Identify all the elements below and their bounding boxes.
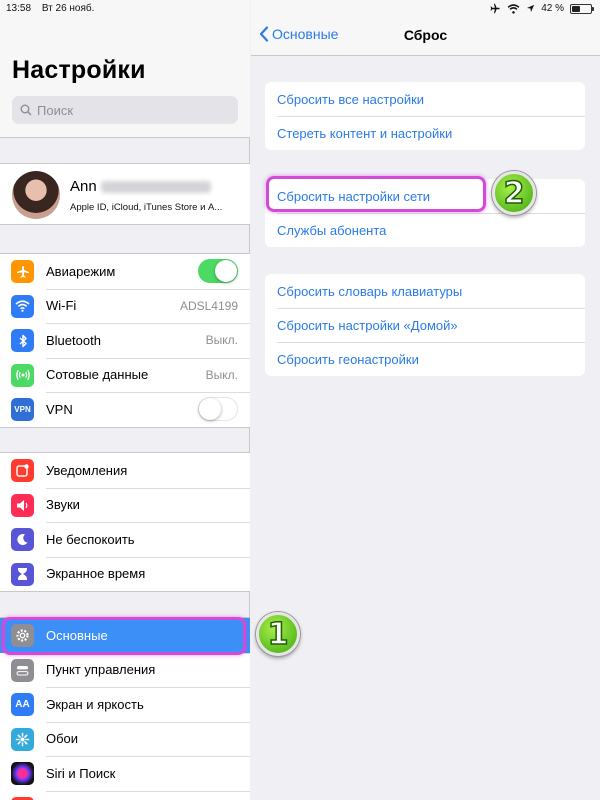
airplane-mode-icon	[490, 3, 500, 14]
sidebar-item-label: Уведомления	[46, 462, 128, 478]
wifi-status-icon	[507, 3, 520, 14]
battery-icon	[570, 3, 594, 14]
sidebar-item-label: Экранное время	[46, 566, 146, 582]
sidebar-item-sounds[interactable]: Звуки	[0, 487, 250, 523]
sidebar-item-label: Siri и Поиск	[46, 765, 116, 781]
status-bar: 13:58 Вт 26 нояб. 42 %	[0, 0, 600, 18]
avatar	[12, 171, 60, 219]
sidebar-item-label: Не беспокоить	[46, 531, 135, 547]
sidebar-item-notifications[interactable]: Уведомления	[0, 453, 250, 488]
sidebar-item-airplane[interactable]: Авиарежим	[0, 254, 250, 289]
sidebar-header: Настройки Поиск	[0, 0, 250, 138]
sidebar-item-bluetooth[interactable]: Bluetooth Выкл.	[0, 323, 250, 358]
sidebar-item-next[interactable]	[0, 790, 250, 800]
battery-percent: 42 %	[541, 3, 564, 14]
partial-icon	[11, 796, 34, 800]
profile-name: Ann	[70, 178, 211, 195]
step2-badge: 2	[492, 171, 536, 215]
sounds-icon	[11, 493, 34, 517]
nav-title: Сброс	[403, 27, 448, 43]
siri-icon	[11, 762, 34, 785]
sidebar-item-display[interactable]: AA Экран и яркость	[0, 687, 250, 722]
reset-keyboard-dictionary-button[interactable]: Сбросить словарь клавиатуры	[265, 274, 585, 308]
sidebar-item-wifi[interactable]: Wi-Fi ADSL4199	[0, 288, 250, 324]
sidebar-item-label: Сотовые данные	[46, 367, 149, 383]
location-icon	[527, 4, 535, 13]
vpn-toggle[interactable]	[198, 397, 238, 421]
sidebar-item-label: Bluetooth	[46, 332, 101, 348]
reset-group-3: Сбросить словарь клавиатуры Сбросить нас…	[265, 274, 585, 376]
sidebar-item-label: Wi-Fi	[46, 298, 77, 314]
vpn-icon: VPN	[11, 398, 34, 421]
reset-group-1: Сбросить все настройки Стереть контент и…	[265, 82, 585, 150]
step1-badge: 1	[256, 612, 300, 656]
settings-sidebar: Настройки Поиск Ann Apple ID, iCloud, iT…	[0, 0, 250, 800]
blurred-surname	[100, 181, 211, 194]
profile-subtitle: Apple ID, iCloud, iTunes Store и А...	[70, 202, 223, 213]
display-icon: AA	[11, 693, 34, 716]
connectivity-group: Авиарежим Wi-Fi ADSL4199 Bluetooth Выкл.…	[0, 253, 250, 428]
erase-content-button[interactable]: Стереть контент и настройки	[265, 116, 585, 150]
sidebar-item-wallpaper[interactable]: Обои	[0, 721, 250, 757]
profile-row[interactable]: Ann Apple ID, iCloud, iTunes Store и А..…	[0, 163, 250, 225]
sidebar-item-vpn[interactable]: VPN VPN	[0, 392, 250, 427]
moon-icon	[11, 528, 34, 551]
search-input[interactable]: Поиск	[12, 96, 238, 124]
sidebar-item-siri[interactable]: Siri и Поиск	[0, 756, 250, 791]
wifi-icon	[11, 294, 34, 318]
sidebar-item-label: Авиарежим	[46, 263, 116, 279]
sidebar-item-label: Экран и яркость	[46, 696, 144, 712]
notifications-icon	[11, 459, 34, 482]
airplane-toggle[interactable]	[198, 259, 238, 283]
sidebar-item-do-not-disturb[interactable]: Не беспокоить	[0, 522, 250, 557]
wifi-value: ADSL4199	[179, 298, 238, 313]
reset-all-settings-button[interactable]: Сбросить все настройки	[265, 82, 585, 116]
control-center-icon	[11, 658, 34, 682]
reset-detail-pane: Основные Сброс Сбросить все настройки Ст…	[251, 0, 600, 800]
status-left: 13:58 Вт 26 нояб.	[6, 3, 102, 14]
airplane-icon	[11, 260, 34, 283]
step2-highlight	[266, 176, 486, 212]
sidebar-item-control-center[interactable]: Пункт управления	[0, 652, 250, 688]
hourglass-icon	[11, 562, 34, 586]
cellular-icon	[11, 363, 34, 387]
sidebar-item-label: Обои	[46, 731, 79, 747]
status-date: Вт 26 нояб.	[41, 3, 95, 14]
reset-location-button[interactable]: Сбросить геонастройки	[265, 342, 585, 376]
notifications-group: Уведомления Звуки Не беспокоить Экранное…	[0, 452, 250, 592]
wallpaper-icon	[11, 727, 34, 751]
cellular-value: Выкл.	[205, 367, 238, 382]
page-title: Настройки	[12, 56, 146, 84]
search-icon	[20, 104, 32, 116]
sidebar-item-label: Звуки	[46, 497, 80, 513]
sidebar-item-label: Пункт управления	[46, 662, 156, 678]
search-placeholder: Поиск	[37, 102, 74, 118]
sidebar-item-label: VPN	[46, 401, 73, 417]
bluetooth-icon	[11, 329, 34, 352]
bluetooth-value: Выкл.	[205, 333, 238, 348]
reset-home-screen-button[interactable]: Сбросить настройки «Домой»	[265, 308, 585, 342]
sidebar-item-cellular[interactable]: Сотовые данные Выкл.	[0, 357, 250, 393]
sidebar-item-screen-time[interactable]: Экранное время	[0, 556, 250, 592]
step1-highlight	[2, 617, 246, 655]
status-time: 13:58	[6, 3, 32, 14]
carrier-services-button[interactable]: Службы абонента	[265, 213, 585, 247]
status-right: 42 %	[489, 3, 594, 14]
